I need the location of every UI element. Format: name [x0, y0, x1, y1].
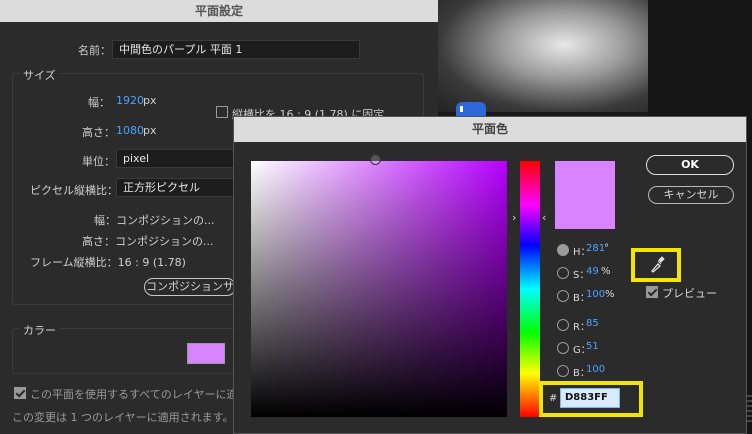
width-value[interactable]: 1920: [116, 94, 144, 107]
r-value[interactable]: 85: [586, 318, 599, 329]
color-section-title: カラー: [20, 322, 59, 338]
hex-input[interactable]: D883FF: [560, 388, 620, 408]
eyedropper-icon[interactable]: [649, 255, 665, 273]
dialog-title: 平面色: [234, 117, 746, 142]
size-section-title: サイズ: [20, 67, 59, 83]
h-unit: °: [604, 243, 609, 254]
blue-value[interactable]: 100: [586, 364, 605, 375]
frame-aspect-info: フレーム縦横比：16 : 9 (1.78): [30, 256, 186, 269]
units-label: 単位：: [82, 155, 115, 168]
solid-color-dialog: 平面色 › ‹ H： 281 ° S： 49 % B： 100 % R： 85 …: [233, 116, 747, 434]
pixel-aspect-label: ピクセル縦横比：: [30, 184, 118, 197]
r-radio[interactable]: [557, 319, 569, 331]
height-value[interactable]: 1080: [116, 124, 144, 137]
cancel-button[interactable]: キャンセル: [648, 186, 734, 204]
width-unit: px: [143, 94, 157, 107]
dialog-title: 平面設定: [0, 0, 438, 22]
width-label: 幅：: [88, 96, 110, 109]
color-swatch[interactable]: [187, 343, 225, 364]
b-unit: %: [605, 289, 615, 300]
composition-preview: [438, 0, 648, 112]
hex-prefix: #: [549, 393, 558, 404]
name-field[interactable]: 中間色のパープル 平面 1: [112, 40, 360, 59]
screen: 平面設定 名前： 中間色のパープル 平面 1 サイズ 幅： 1920 px 縦横…: [0, 0, 752, 434]
blue-radio[interactable]: [557, 365, 569, 377]
b-radio[interactable]: [557, 290, 569, 302]
pixel-aspect-select[interactable]: 正方形ピクセル: [116, 178, 234, 197]
lock-aspect-checkbox[interactable]: [216, 106, 228, 118]
units-select[interactable]: pixel: [116, 149, 234, 168]
hue-slider[interactable]: [520, 161, 540, 417]
name-label: 名前：: [78, 44, 111, 57]
preview-checkbox[interactable]: [646, 286, 658, 298]
color-picker-handle[interactable]: [370, 154, 381, 165]
affect-all-label: この平面を使用するすべてのレイヤーに適: [30, 388, 238, 401]
comp-height-info: 高さ：コンポジションの...: [82, 235, 214, 248]
saturation-brightness-field[interactable]: [251, 161, 507, 417]
ok-button[interactable]: OK: [646, 155, 734, 175]
hue-arrow-left-icon[interactable]: ›: [512, 211, 516, 224]
comp-width-info: 幅：コンポジションの...: [94, 214, 215, 227]
b-value[interactable]: 100: [586, 289, 605, 300]
preview-label: プレビュー: [662, 287, 717, 300]
current-color-swatch: [555, 161, 615, 229]
h-radio[interactable]: [557, 244, 569, 256]
s-unit: %: [601, 266, 611, 277]
height-label: 高さ：: [82, 126, 115, 139]
height-unit: px: [143, 124, 157, 137]
g-radio[interactable]: [557, 342, 569, 354]
hue-arrow-right-icon[interactable]: ‹: [542, 211, 546, 224]
affect-all-checkbox[interactable]: [14, 387, 26, 399]
make-comp-size-button[interactable]: コンポジションサ: [144, 278, 236, 296]
s-radio[interactable]: [557, 267, 569, 279]
note-text: この変更は 1 つのレイヤーに適用されます。: [12, 411, 234, 424]
h-value[interactable]: 281: [586, 243, 605, 254]
s-value[interactable]: 49: [586, 266, 599, 277]
g-value[interactable]: 51: [586, 341, 599, 352]
